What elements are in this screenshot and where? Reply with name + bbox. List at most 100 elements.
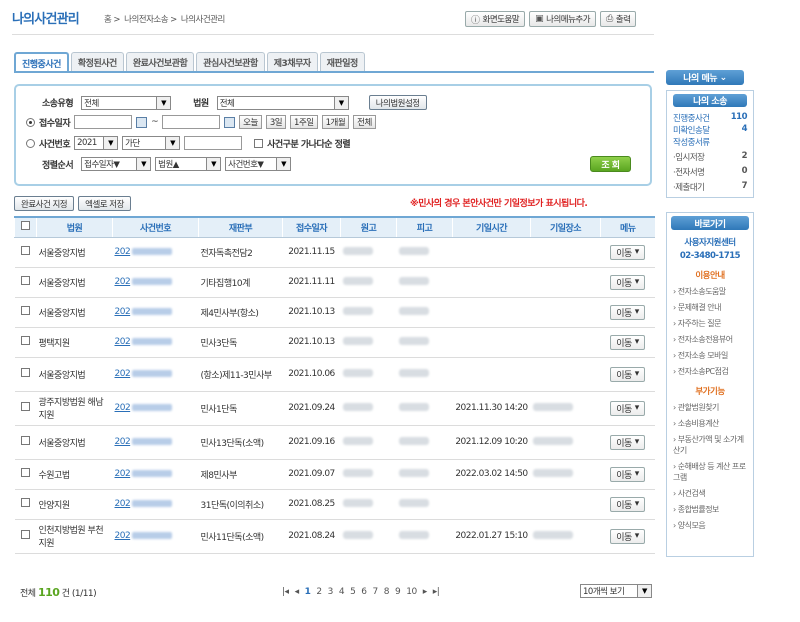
page-link[interactable]: 3 [328,587,334,597]
quick-3days[interactable]: 3일 [265,115,287,129]
page-link[interactable]: 4 [339,587,345,597]
row-checkbox[interactable] [21,436,30,445]
case-number-cell[interactable]: 202 [112,489,199,520]
page-size-select[interactable]: 10개씩 보기 ▼ [580,584,652,598]
guide-link[interactable]: › 전자소송도움말 [673,286,747,297]
my-menu-button[interactable]: 나의 메뉴 ⌄ [666,70,744,85]
last-page-icon[interactable]: ▸| [433,587,440,597]
date-radio[interactable] [26,117,35,127]
date-to-input[interactable] [162,115,221,129]
calendar-icon[interactable] [136,116,148,128]
page-link[interactable]: 10 [406,587,417,597]
col-plaintiff[interactable]: 원고 [340,216,397,238]
col-case-number[interactable]: 사건번호 [112,216,199,238]
page-link[interactable]: 7 [373,587,379,597]
guide-link[interactable]: › 전자소송PC점검 [673,366,747,377]
case-number-cell[interactable]: 202 [112,357,199,392]
excel-save-button[interactable]: 엑셀로 저장 [78,196,131,211]
case-number-cell[interactable]: 202 [112,459,199,490]
order-select-1[interactable]: 접수일자▼ ▼ [81,157,152,171]
case-number-cell[interactable]: 202 [112,425,199,460]
extra-link[interactable]: › 종합법률정보 [673,504,747,515]
guide-link[interactable]: › 전자소송전용뷰어 [673,334,747,345]
case-number-cell[interactable]: 202 [112,237,199,268]
move-button[interactable]: 이동 ▾ [610,244,645,260]
tab-completed[interactable]: 완료사건보관함 [125,52,195,71]
breadcrumb-home[interactable]: 홈 [104,15,112,25]
move-button[interactable]: 이동 ▾ [610,400,645,416]
case-kind-select[interactable]: 가단 ▼ [122,136,181,150]
order-select-3[interactable]: 사건번호▼ ▼ [225,157,292,171]
case-number-input[interactable] [184,136,243,150]
calendar-icon[interactable] [224,116,236,128]
stat-submit-wait[interactable]: ·제출대기 7 [673,181,748,193]
quick-1month[interactable]: 1개월 [321,115,350,129]
row-checkbox[interactable] [21,276,30,285]
col-hearing-time[interactable]: 기일시간 [452,216,531,238]
move-button[interactable]: 이동 ▾ [610,366,645,382]
move-button[interactable]: 이동 ▾ [610,434,645,450]
guide-link[interactable]: › 자주하는 질문 [673,318,747,329]
quick-1week[interactable]: 1주일 [290,115,318,129]
move-button[interactable]: 이동 ▾ [610,334,645,350]
row-checkbox[interactable] [21,306,30,315]
move-button[interactable]: 이동 ▾ [610,496,645,512]
move-button[interactable]: 이동 ▾ [610,466,645,482]
stat-temp-save[interactable]: ·임시저장 2 [673,151,748,163]
row-checkbox[interactable] [21,498,30,507]
print-button[interactable]: ⎙ 출력 [600,11,637,27]
page-link[interactable]: 9 [395,587,401,597]
page-link[interactable]: 6 [361,587,367,597]
extra-link[interactable]: › 소송비용계산 [673,418,747,429]
case-radio[interactable] [26,138,35,148]
row-checkbox[interactable] [21,368,30,377]
guide-link[interactable]: › 전자소송 모바일 [673,350,747,361]
query-button[interactable]: 조 회 [590,156,631,172]
case-number-cell[interactable]: 202 [112,297,199,328]
page-link[interactable]: 2 [316,587,322,597]
move-button[interactable]: 이동 ▾ [610,274,645,290]
page-link[interactable]: 1 [305,587,311,597]
case-number-cell[interactable]: 202 [112,327,199,358]
stat-unconfirmed[interactable]: 미확인송달 4 [673,124,748,136]
help-button[interactable]: ⓘ 화면도움말 [465,11,526,27]
breadcrumb-item[interactable]: 나의전자소송 [124,15,168,25]
row-checkbox[interactable] [21,468,30,477]
col-department[interactable]: 재판부 [198,216,283,238]
page-link[interactable]: 8 [384,587,390,597]
col-date[interactable]: 접수일자 [282,216,341,238]
case-number-cell[interactable]: 202 [112,391,199,426]
extra-link[interactable]: › 순해배상 등 계산 프로그램 [673,461,747,483]
next-page-icon[interactable]: ▸ [423,587,428,597]
court-select[interactable]: 전체 ▼ [216,95,349,110]
quick-all[interactable]: 전체 [353,115,376,129]
sort-checkbox[interactable] [254,138,264,148]
type-select[interactable]: 전체 ▼ [81,95,172,110]
case-number-cell[interactable]: 202 [112,267,199,298]
tab-in-progress[interactable]: 진행중사건 [14,52,69,72]
stat-in-progress[interactable]: 진행중사건 110 [673,112,748,124]
col-court[interactable]: 법원 [36,216,113,238]
prev-page-icon[interactable]: ◂ [295,587,300,597]
move-button[interactable]: 이동 ▾ [610,304,645,320]
guide-link[interactable]: › 문제해결 안내 [673,302,747,313]
extra-link[interactable]: › 양식모음 [673,520,747,531]
tab-schedule[interactable]: 재판일정 [319,52,365,71]
tab-confirmed[interactable]: 확정된사건 [70,52,124,71]
page-link[interactable]: 5 [350,587,356,597]
extra-link[interactable]: › 사건검색 [673,488,747,499]
select-all-checkbox[interactable] [21,221,30,231]
complete-case-button[interactable]: 완료사건 지정 [14,196,75,211]
extra-link[interactable]: › 관할법원찾기 [673,402,747,413]
row-checkbox[interactable] [21,402,30,411]
move-button[interactable]: 이동 ▾ [610,528,645,544]
row-checkbox[interactable] [21,336,30,345]
quick-today[interactable]: 오늘 [239,115,262,129]
row-checkbox[interactable] [21,530,30,539]
order-select-2[interactable]: 법원▲ ▼ [155,157,222,171]
my-court-button[interactable]: 나의법원설정 [368,95,427,110]
first-page-icon[interactable]: |◂ [282,587,289,597]
extra-link[interactable]: › 부동산가액 및 소가계산기 [673,434,747,456]
row-checkbox[interactable] [21,246,30,255]
stat-e-sign[interactable]: ·전자서명 0 [673,166,748,178]
